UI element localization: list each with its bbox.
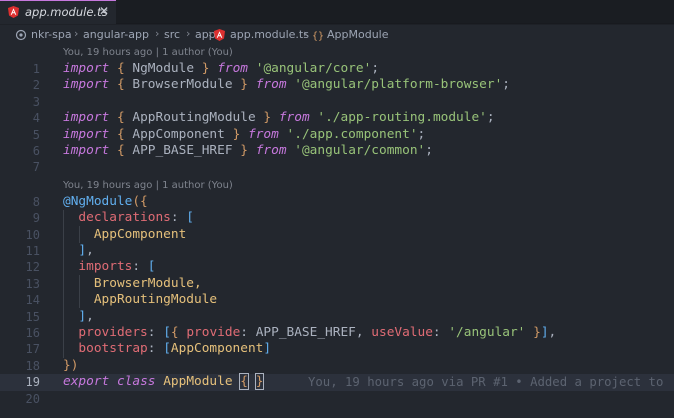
blame-annotation[interactable]: You, 19 hours ago | 1 author (You) — [63, 47, 233, 58]
breadcrumb-item-file[interactable]: app.module.ts — [230, 28, 309, 41]
tab-bar: app.module.ts ✕ — [0, 0, 674, 24]
code-line[interactable]: 17 bootstrap: [AppComponent] — [0, 341, 674, 357]
line-number: 5 — [32, 127, 40, 142]
code-line[interactable]: 14 AppRoutingModule — [0, 292, 674, 308]
breadcrumb-item-angular-app[interactable]: angular-app — [83, 28, 149, 41]
code-line[interactable]: 16 providers: [{ provide: APP_BASE_HREF,… — [0, 325, 674, 341]
code-text: import { AppRoutingModule } from './app-… — [63, 110, 495, 126]
code-editor[interactable]: You, 19 hours ago | 1 author (You) 1 imp… — [0, 45, 674, 418]
line-number: 4 — [32, 111, 40, 126]
code-line[interactable]: 8 @NgModule({ — [0, 194, 674, 210]
code-line[interactable]: 20 — [0, 391, 674, 407]
code-text: declarations: [ — [78, 210, 195, 226]
code-line[interactable]: 12 imports: [ — [0, 259, 674, 275]
line-number: 6 — [32, 144, 40, 158]
code-text: BrowserModule, — [93, 275, 202, 291]
braces-icon: {} — [312, 31, 324, 41]
breadcrumb-item-symbol[interactable]: AppModule — [327, 28, 389, 41]
code-line[interactable]: 6 import { APP_BASE_HREF } from '@angula… — [0, 143, 674, 159]
code-text: import { BrowserModule } from '@angular/… — [63, 77, 511, 93]
line-number: 18 — [25, 358, 40, 373]
breadcrumb-separator: › — [208, 27, 213, 40]
line-number: 11 — [25, 244, 40, 258]
code-text: ], — [78, 308, 94, 324]
code-text: import { AppComponent } from './app.comp… — [63, 126, 426, 142]
breadcrumb-item-src[interactable]: src — [164, 28, 180, 41]
code-line[interactable]: 4 import { AppRoutingModule } from './ap… — [0, 110, 674, 126]
code-text: imports: [ — [78, 259, 156, 275]
code-line[interactable]: 18 }) — [0, 358, 674, 374]
breadcrumb-item-nkr-spa[interactable]: nkr-spa — [31, 28, 72, 41]
code-text: import { NgModule } from '@angular/core'… — [63, 61, 380, 76]
code-text: providers: [{ provide: APP_BASE_HREF, us… — [78, 325, 557, 340]
line-number: 7 — [32, 160, 40, 175]
line-number: 1 — [32, 62, 40, 76]
tab-label: app.module.ts — [25, 5, 108, 19]
code-text: AppRoutingModule — [93, 292, 218, 308]
code-text: @NgModule({ — [63, 193, 148, 209]
code-text: bootstrap: [AppComponent] — [78, 341, 272, 357]
code-line[interactable]: 9 declarations: [ — [0, 210, 674, 226]
svg-text:{}: {} — [312, 31, 324, 41]
line-number: 17 — [25, 342, 40, 357]
line-number: 20 — [25, 391, 40, 406]
code-text: }) — [63, 357, 79, 373]
code-line[interactable]: 11 ], — [0, 243, 674, 259]
code-line[interactable]: 5 import { AppComponent } from './app.co… — [0, 127, 674, 143]
code-text: import { APP_BASE_HREF } from '@angular/… — [63, 143, 433, 158]
breadcrumb-separator: › — [186, 27, 191, 40]
line-number: 9 — [32, 211, 40, 226]
line-number: 3 — [32, 94, 40, 109]
code-line[interactable]: 13 BrowserModule, — [0, 276, 674, 292]
line-number: 2 — [32, 78, 40, 93]
breadcrumb-separator: › — [303, 27, 308, 40]
code-line[interactable]: 7 — [0, 159, 674, 175]
breadcrumb-separator: › — [74, 27, 79, 40]
code-line-current[interactable]: 19 export class AppModule { } You, 19 ho… — [0, 373, 674, 391]
blame-annotation[interactable]: You, 19 hours ago | 1 author (You) — [63, 180, 233, 191]
line-number: 16 — [25, 326, 40, 340]
code-text: AppComponent — [93, 226, 187, 242]
branch-icon — [15, 29, 27, 41]
code-text: export class AppModule { } — [63, 373, 265, 391]
line-number: 13 — [25, 276, 40, 291]
code-line[interactable]: 15 ], — [0, 309, 674, 325]
code-line[interactable]: 3 — [0, 94, 674, 110]
line-number: 10 — [25, 227, 40, 242]
breadcrumb-item-app[interactable]: app — [195, 28, 216, 41]
breadcrumb: nkr-spa › angular-app › src › app › app.… — [0, 25, 674, 45]
angular-icon — [214, 29, 225, 41]
line-number: 8 — [32, 194, 40, 209]
line-number: 19 — [25, 375, 40, 390]
tab-app-module[interactable]: app.module.ts ✕ — [0, 0, 116, 24]
code-line[interactable]: 1 import { NgModule } from '@angular/cor… — [0, 61, 674, 77]
breadcrumb-separator: › — [155, 27, 160, 40]
inline-blame[interactable]: You, 19 hours ago via PR #1 • Added a pr… — [308, 374, 663, 390]
line-number: 12 — [25, 260, 40, 275]
line-number: 14 — [25, 293, 40, 308]
code-line[interactable]: 10 AppComponent — [0, 227, 674, 243]
code-text: ], — [78, 243, 94, 258]
code-line[interactable]: 2 import { BrowserModule } from '@angula… — [0, 77, 674, 93]
line-number: 15 — [25, 309, 40, 324]
close-icon[interactable]: ✕ — [99, 4, 109, 18]
angular-icon — [8, 6, 19, 18]
